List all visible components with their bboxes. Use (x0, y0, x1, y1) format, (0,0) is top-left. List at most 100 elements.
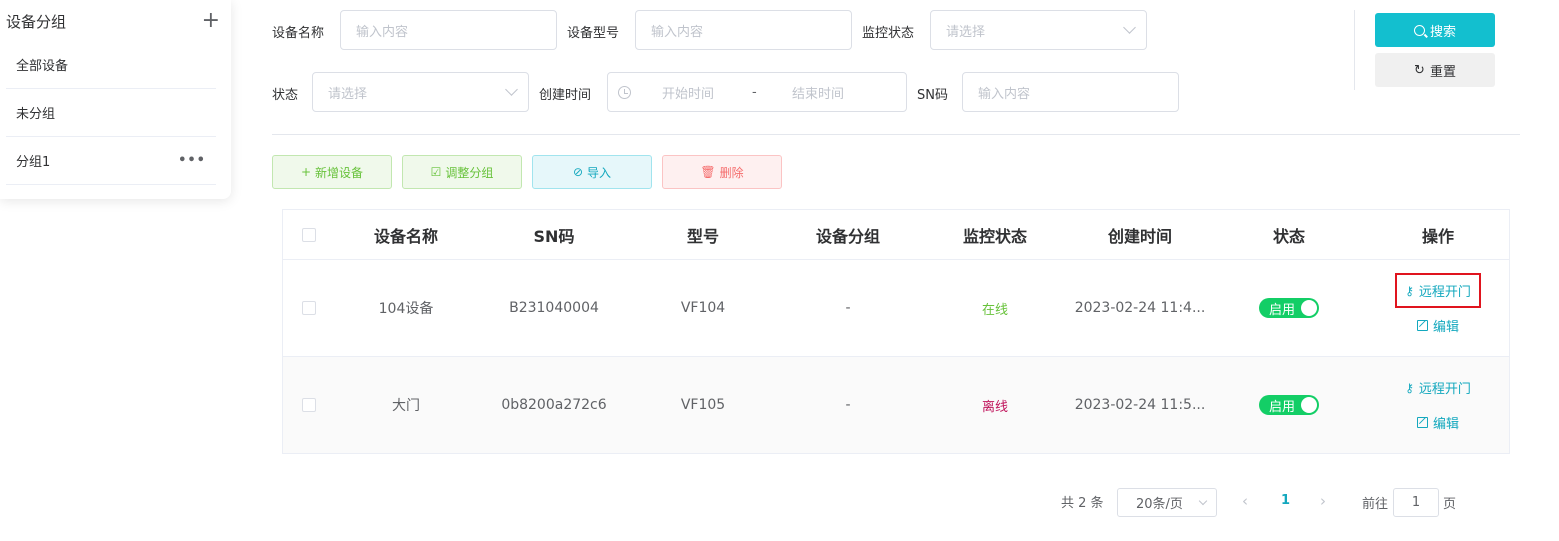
column-header: 创建时间 (1107, 226, 1172, 246)
monitor-status-select[interactable]: 请选择 (930, 10, 1147, 50)
status-toggle[interactable]: 启用 (1259, 298, 1319, 318)
plus-icon: + (300, 165, 312, 179)
delete-button[interactable]: 🗑 删除 (662, 155, 782, 189)
sn-input[interactable]: 输入内容 (962, 72, 1179, 112)
sidebar-item-label: 未分组 (16, 107, 56, 122)
adjust-group-button[interactable]: ☑ 调整分组 (402, 155, 522, 189)
status-cell: 启用 (1211, 260, 1367, 356)
search-button[interactable]: 搜索 (1375, 13, 1495, 47)
edit-label: 编辑 (1432, 417, 1459, 432)
page-suffix: 页 (1443, 497, 1457, 512)
remote-open-door-link[interactable]: ⚷ 远程开门 (1405, 378, 1471, 398)
edit-icon: ☑ (430, 165, 442, 179)
operations-cell: ⚷ 远程开门 编辑 (1367, 260, 1509, 356)
plus-icon[interactable]: + (202, 10, 220, 32)
search-icon (1413, 24, 1425, 36)
page-number-1[interactable]: 1 (1281, 493, 1290, 508)
group-sidebar: 设备分组 + 全部设备 未分组 分组1 ••• (0, 0, 231, 199)
paperclip-icon: ⊘ (572, 165, 584, 179)
delete-label: 删除 (719, 165, 744, 180)
page-size-select[interactable]: 20条/页 (1117, 488, 1217, 517)
device-table: 设备名称 SN码 型号 设备分组 监控状态 创建时间 状态 操作 104设备 B… (282, 209, 1510, 454)
column-header: 操作 (1421, 226, 1454, 246)
edit-icon (1416, 417, 1428, 428)
start-time-placeholder: 开始时间 (662, 86, 715, 102)
divider (272, 134, 1520, 135)
device-model-input[interactable]: 输入内容 (635, 10, 852, 50)
group-cell: - (845, 300, 851, 316)
device-model-placeholder: 输入内容 (651, 24, 704, 40)
device-name-label: 设备名称 (272, 26, 325, 41)
status-toggle-label: 启用 (1269, 302, 1296, 318)
monitor-status-placeholder: 请选择 (946, 24, 986, 40)
row-checkbox-cell (283, 357, 335, 453)
refresh-icon: ↻ (1414, 62, 1425, 78)
model-cell: VF104 (680, 300, 726, 316)
column-header: SN码 (533, 226, 575, 246)
sidebar-item-label: 全部设备 (16, 59, 69, 74)
search-button-label: 搜索 (1429, 24, 1456, 40)
status-toggle[interactable]: 启用 (1259, 395, 1319, 415)
sidebar-item-all-devices[interactable]: 全部设备 (6, 41, 216, 89)
header-checkbox-cell (283, 210, 335, 259)
remote-open-door-label: 远程开门 (1418, 382, 1471, 397)
trash-icon: 🗑 (700, 165, 716, 179)
table-row: 大门 0b8200a272c6 VF105 - 离线 2023-02-24 11… (283, 357, 1509, 453)
next-page-button[interactable]: › (1320, 492, 1326, 510)
import-button[interactable]: ⊘ 导入 (532, 155, 652, 189)
goto-page-value: 1 (1411, 495, 1421, 510)
prev-page-button[interactable]: ‹ (1242, 492, 1248, 510)
remote-open-door-label: 远程开门 (1418, 285, 1471, 300)
monitor-status-label: 监控状态 (862, 26, 915, 41)
sn-cell: B231040004 (509, 300, 599, 316)
table-row: 104设备 B231040004 VF104 - 在线 2023-02-24 1… (283, 260, 1509, 357)
sidebar-title: 设备分组 (6, 12, 67, 31)
remote-open-door-link[interactable]: ⚷ 远程开门 (1395, 273, 1481, 308)
add-device-button[interactable]: + 新增设备 (272, 155, 392, 189)
chevron-down-icon (1198, 496, 1208, 506)
status-select[interactable]: 请选择 (312, 72, 529, 112)
edit-icon (1416, 320, 1428, 331)
select-all-checkbox[interactable] (302, 227, 316, 242)
created-time-range-picker[interactable]: 开始时间 - 结束时间 (607, 72, 907, 112)
sn-cell: 0b8200a272c6 (501, 397, 607, 413)
sn-label: SN码 (917, 88, 948, 103)
edit-link[interactable]: 编辑 (1416, 316, 1459, 335)
status-placeholder: 请选择 (328, 86, 368, 102)
row-checkbox-cell (283, 260, 335, 356)
status-toggle-label: 启用 (1269, 399, 1296, 415)
key-icon: ⚷ (1405, 380, 1414, 395)
device-name-input[interactable]: 输入内容 (340, 10, 557, 50)
range-separator: - (752, 84, 757, 100)
created-time-cell: 2023-02-24 11:4... (1074, 300, 1206, 316)
operations-cell: ⚷ 远程开门 编辑 (1367, 357, 1509, 453)
device-name-cell: 104设备 (378, 301, 434, 317)
column-header: 监控状态 (962, 226, 1027, 246)
reset-button[interactable]: ↻ 重置 (1375, 53, 1495, 87)
page-size-value: 20条/页 (1136, 497, 1183, 512)
sidebar-item-ungrouped[interactable]: 未分组 (6, 89, 216, 137)
sn-placeholder: 输入内容 (978, 86, 1031, 102)
model-cell: VF105 (680, 397, 726, 413)
more-icon[interactable]: ••• (178, 153, 216, 168)
import-label: 导入 (587, 165, 612, 180)
row-checkbox[interactable] (302, 301, 316, 315)
status-label: 状态 (272, 88, 299, 103)
sidebar-item-group1[interactable]: 分组1 ••• (6, 137, 216, 185)
adjust-group-label: 调整分组 (445, 165, 494, 180)
sidebar-header: 设备分组 + (6, 8, 220, 34)
created-time-cell: 2023-02-24 11:5... (1074, 397, 1206, 413)
edit-link[interactable]: 编辑 (1416, 413, 1459, 432)
table-header: 设备名称 SN码 型号 设备分组 监控状态 创建时间 状态 操作 (283, 210, 1509, 260)
sidebar-item-label: 分组1 (16, 155, 51, 170)
row-checkbox[interactable] (302, 398, 316, 412)
key-icon: ⚷ (1405, 283, 1414, 298)
chevron-down-icon (505, 83, 518, 96)
column-header: 型号 (686, 226, 719, 246)
goto-page-input[interactable]: 1 (1393, 488, 1439, 517)
device-name-cell: 大门 (392, 398, 420, 414)
device-model-label: 设备型号 (567, 26, 620, 41)
column-header: 设备名称 (373, 226, 438, 246)
end-time-placeholder: 结束时间 (792, 86, 845, 102)
edit-label: 编辑 (1432, 320, 1459, 335)
